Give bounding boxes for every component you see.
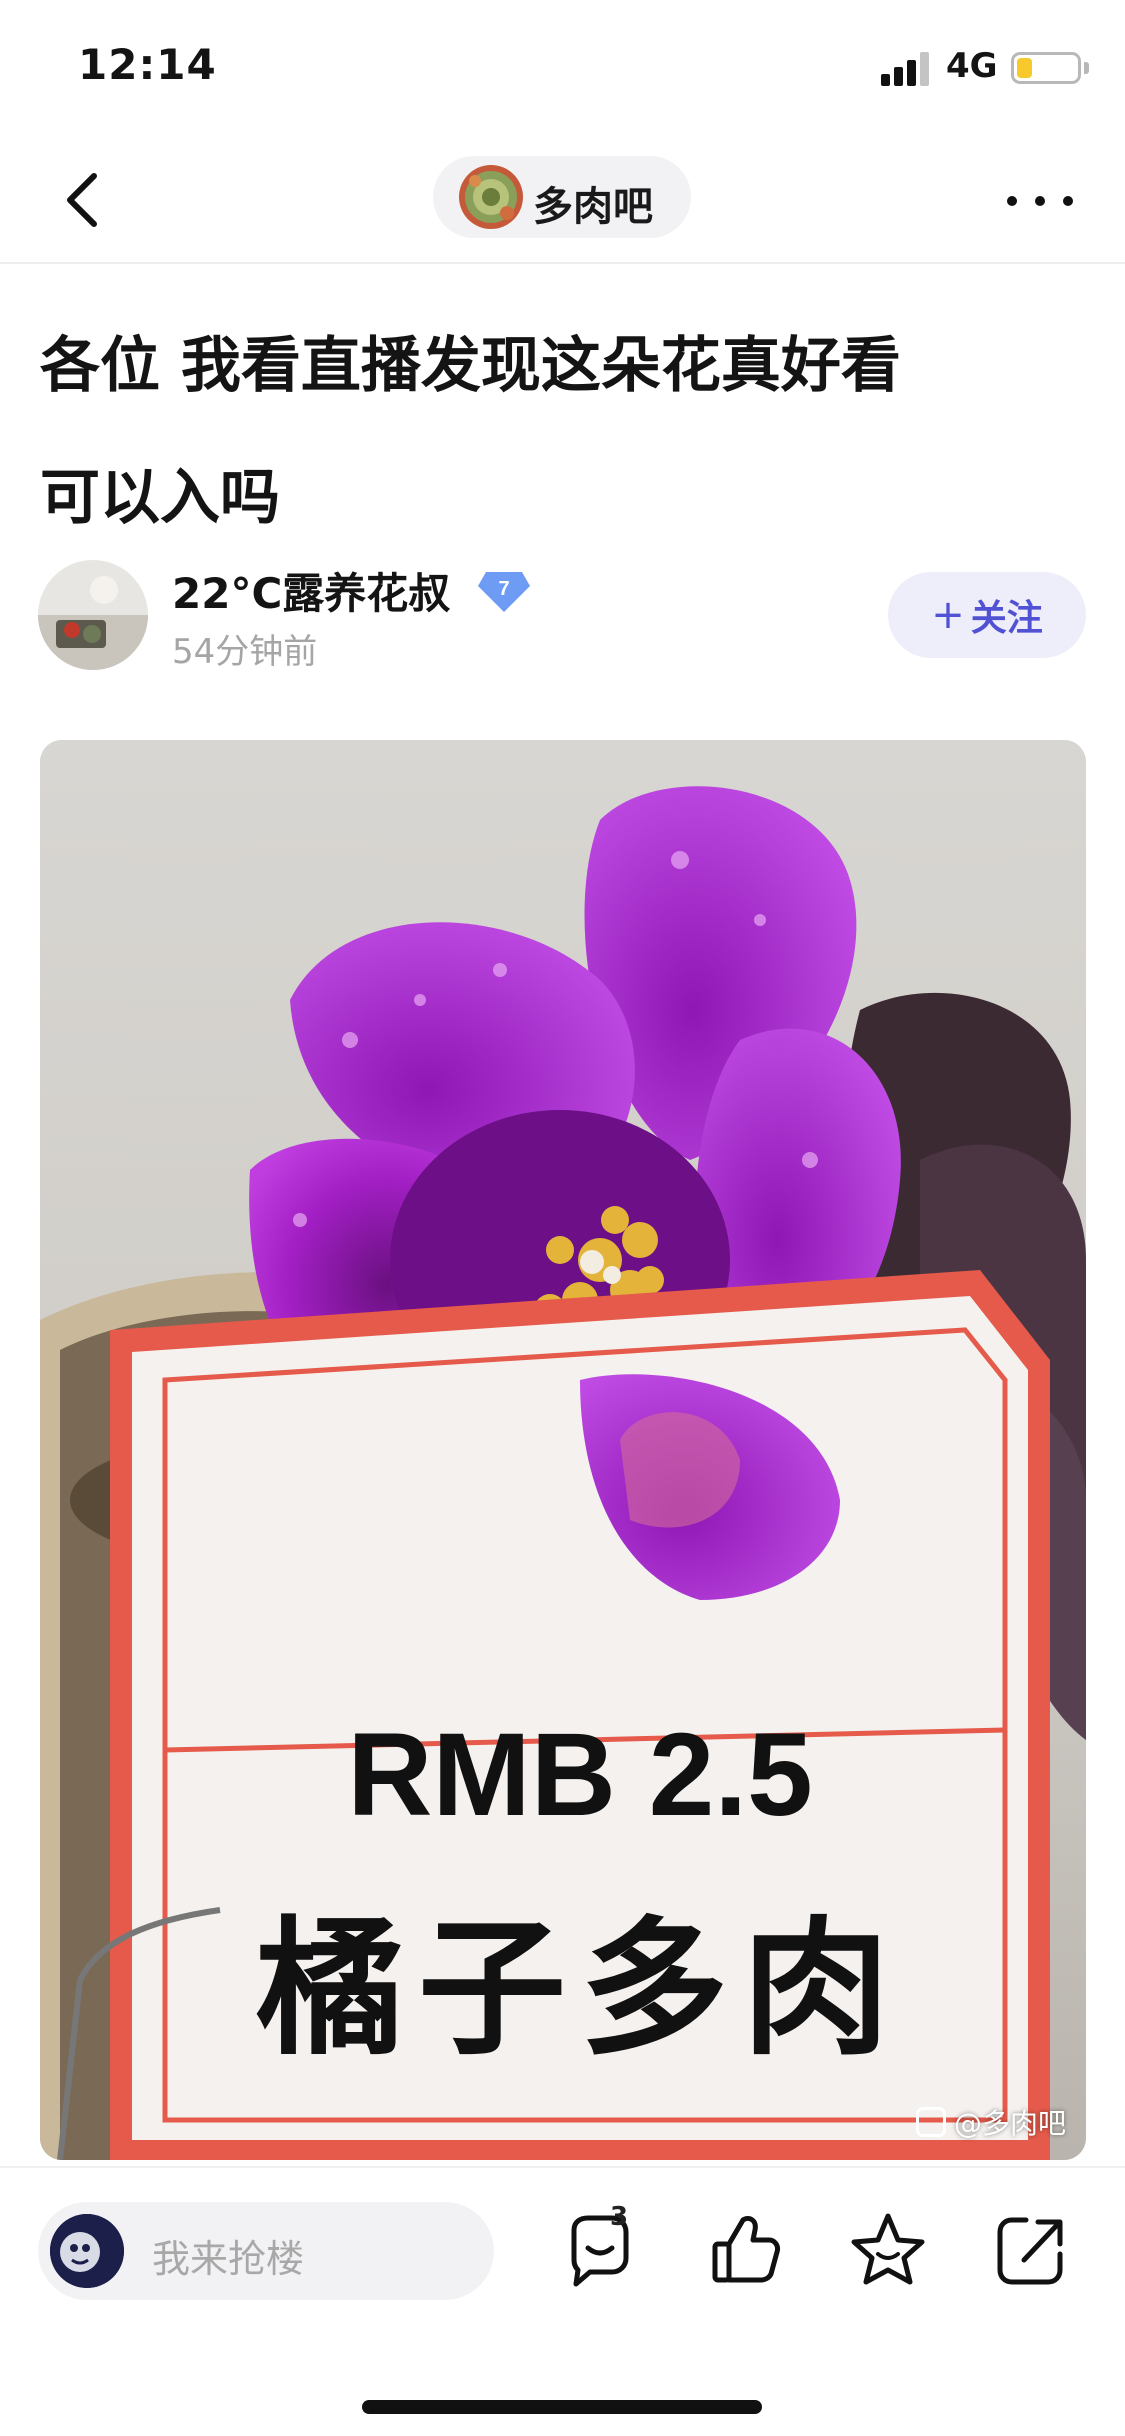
favorite-button[interactable]: [848, 2208, 928, 2294]
status-time: 12:14: [78, 40, 217, 89]
more-horizontal-icon[interactable]: [1000, 176, 1080, 226]
battery-icon: [1011, 52, 1081, 84]
comment-button[interactable]: 3: [560, 2202, 640, 2294]
forum-pill[interactable]: 多肉吧: [433, 156, 691, 238]
share-button[interactable]: [990, 2208, 1070, 2294]
author-name[interactable]: 22°C露养花叔: [172, 560, 450, 621]
comment-count: 3: [610, 2202, 629, 2232]
my-avatar: [50, 2214, 124, 2288]
name-label: 橘子多肉: [256, 1903, 904, 2075]
reply-input[interactable]: 我来抢楼: [38, 2202, 494, 2300]
watermark-icon: [915, 2107, 946, 2137]
bottom-bar: 我来抢楼 3: [0, 2166, 1125, 2436]
nav-bar: 多肉吧: [0, 140, 1125, 264]
home-indicator: [362, 2400, 762, 2414]
forum-name: 多肉吧: [533, 184, 653, 230]
forum-avatar: [459, 165, 523, 229]
network-type: 4G: [946, 46, 998, 86]
watermark-text: @多肉吧: [953, 2107, 1066, 2140]
price-label: RMB 2.5: [347, 1709, 813, 1841]
watermark: @多肉吧: [915, 2102, 1066, 2142]
reply-placeholder: 我来抢楼: [152, 2237, 305, 2281]
share-icon: [997, 2217, 1063, 2285]
favorite-icon: [851, 2213, 925, 2285]
author-avatar[interactable]: [38, 560, 148, 670]
follow-label: 关注: [970, 598, 1043, 639]
post-title: 各位 我看直播发现这朵花真好看 可以入吗: [40, 331, 901, 533]
chevron-left-icon[interactable]: [50, 160, 120, 240]
status-bar: 12:14 4G: [0, 0, 1125, 140]
signal-icon: [881, 52, 929, 86]
follow-button[interactable]: + 关注: [888, 572, 1086, 658]
level-badge-icon: 7: [478, 572, 530, 612]
level-number: 7: [498, 578, 509, 600]
like-button[interactable]: [705, 2208, 785, 2294]
post-time: 54分钟前: [172, 632, 318, 672]
post-image[interactable]: RMB 2.5 橘子多肉 @多肉吧: [40, 740, 1086, 2160]
like-icon: [712, 2215, 780, 2283]
follow-plus: +: [931, 592, 965, 638]
